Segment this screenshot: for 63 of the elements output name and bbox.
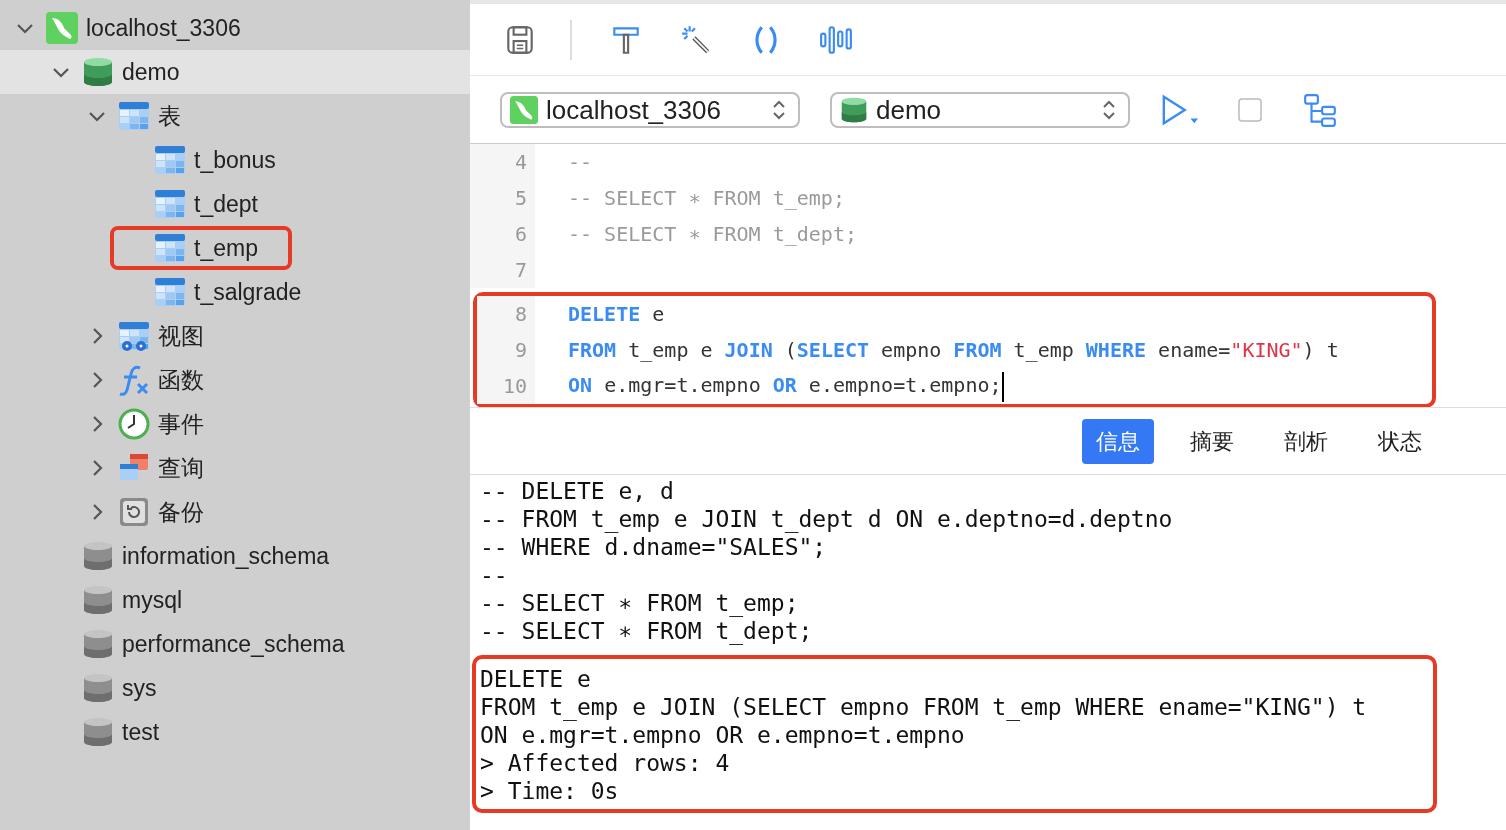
table-icon — [118, 100, 150, 132]
dolphin-icon — [46, 12, 78, 44]
tree-item[interactable]: 查询 — [0, 446, 470, 490]
tree-item[interactable]: localhost_3306 — [0, 6, 470, 50]
tree-diagram-icon — [1302, 91, 1338, 128]
code-line: FROM t_emp e JOIN (SELECT empno FROM t_emp WHERE ename="KING") t — [567, 337, 1339, 364]
output-line: -- WHERE d.dname="SALES"; — [480, 533, 828, 561]
tree-item[interactable]: performance_schema — [0, 622, 470, 666]
output-line: -- FROM t_emp e JOIN t_dept d ON e.deptno=d.deptno — [480, 505, 1174, 533]
tree-item[interactable]: 表 — [0, 94, 470, 138]
output-line: ON e.mgr=t.empno OR e.empno=t.empno — [480, 721, 966, 749]
result-tab[interactable]: 信息 — [1082, 418, 1154, 464]
code-line: -- — [567, 149, 593, 176]
database-icon — [840, 95, 868, 124]
clock-icon — [118, 408, 150, 440]
function-icon — [118, 364, 150, 396]
line-number: 6 — [470, 216, 535, 252]
tree-item[interactable]: test — [0, 710, 470, 754]
tree-item[interactable]: demo — [0, 50, 470, 94]
code-line: ON e.mgr=t.empno OR e.empno=t.empno; — [535, 370, 1004, 402]
output-line: -- DELETE e, d — [480, 477, 675, 505]
connection-select[interactable]: localhost_3306 — [500, 91, 800, 128]
play-icon — [1160, 92, 1200, 127]
tree-item[interactable]: t_dept — [0, 182, 470, 226]
code-line: DELETE e — [567, 301, 665, 328]
code-line: -- SELECT ∗ FROM t_emp; — [567, 185, 845, 212]
tree-item[interactable]: 视图 — [0, 314, 470, 358]
line-number: 4 — [470, 144, 535, 180]
line-number: 10 — [477, 368, 535, 404]
tree-item[interactable]: t_emp — [0, 226, 470, 270]
output-line: > Time: 0s — [480, 777, 620, 805]
output-line: > Affected rows: 4 — [480, 749, 731, 777]
output-line: DELETE e — [480, 665, 592, 693]
backup-icon — [118, 496, 150, 528]
database-select[interactable]: demo — [830, 91, 1130, 128]
table-icon — [154, 232, 186, 264]
tree-item[interactable]: 事件 — [0, 402, 470, 446]
tree-item[interactable]: t_bonus — [0, 138, 470, 182]
tree-item[interactable]: information_schema — [0, 534, 470, 578]
line-number: 9 — [477, 332, 535, 368]
line-number: 8 — [477, 296, 535, 332]
view-icon — [118, 320, 150, 352]
output-line: -- SELECT ∗ FROM t_dept; — [480, 617, 814, 645]
line-number: 7 — [470, 252, 535, 288]
tree-item[interactable]: 函数 — [0, 358, 470, 402]
code-line: -- SELECT ∗ FROM t_dept; — [567, 221, 857, 248]
line-number: 5 — [470, 180, 535, 216]
table-icon — [154, 188, 186, 220]
checkbox-icon — [1237, 96, 1263, 123]
result-tab[interactable]: 状态 — [1364, 418, 1436, 464]
result-tab[interactable]: 剖析 — [1270, 418, 1342, 464]
tree-item[interactable]: mysql — [0, 578, 470, 622]
tree-item[interactable]: 备份 — [0, 490, 470, 534]
result-tab[interactable]: 摘要 — [1176, 418, 1248, 464]
output-line: -- SELECT ∗ FROM t_emp; — [480, 589, 800, 617]
output-line: -- — [480, 561, 509, 589]
table-icon — [154, 276, 186, 308]
tree-item[interactable]: sys — [0, 666, 470, 710]
output-line: FROM t_emp e JOIN (SELECT empno FROM t_emp WHERE ename="KING") t — [480, 693, 1368, 721]
text-cursor — [1001, 371, 1004, 402]
dolphin-icon — [510, 95, 538, 124]
table-icon — [154, 144, 186, 176]
tree-item[interactable]: t_salgrade — [0, 270, 470, 314]
